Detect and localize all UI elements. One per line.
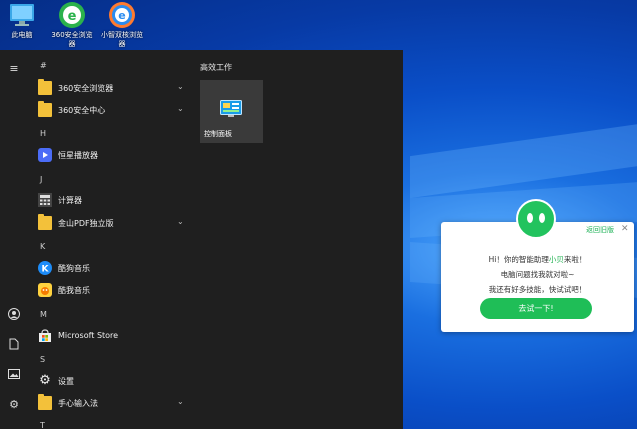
desktop-icon-360-browser[interactable]: e 360安全浏览器	[50, 0, 94, 49]
section-letter[interactable]: #	[40, 61, 47, 70]
chevron-down-icon: ⌄	[177, 397, 184, 406]
app-item-360-browser[interactable]: 360安全浏览器 ⌄	[28, 77, 190, 99]
calculator-icon	[38, 193, 52, 207]
desktop-icon-label: 360安全浏览器	[51, 31, 93, 48]
section-letter[interactable]: J	[40, 175, 42, 184]
svg-text:e: e	[118, 9, 125, 22]
desktop-icons: 此电脑 e 360安全浏览器 e 小智双核浏览器	[0, 0, 180, 50]
app-label: 设置	[58, 377, 74, 386]
kuwo-icon	[38, 283, 52, 297]
document-icon[interactable]	[7, 337, 21, 351]
store-icon	[39, 329, 51, 342]
svg-text:K: K	[42, 265, 50, 275]
popup-line-2: 电脑问题找我就对啦~	[500, 270, 575, 279]
user-icon[interactable]	[7, 307, 21, 321]
folder-icon	[38, 79, 52, 95]
close-icon[interactable]: ✕	[621, 224, 629, 234]
try-it-button[interactable]: 去试一下!	[480, 298, 592, 319]
chevron-down-icon: ⌄	[177, 82, 184, 91]
desktop-icon-label: 小智双核浏览器	[101, 31, 143, 48]
app-item-kugou[interactable]: K 酷狗音乐	[28, 257, 190, 279]
svg-text:e: e	[68, 9, 77, 24]
control-panel-icon	[220, 100, 242, 117]
app-label: 恒星播放器	[58, 151, 98, 160]
app-label: 360安全中心	[58, 106, 106, 115]
desktop-icon-label: 此电脑	[11, 31, 33, 39]
settings-icon[interactable]: ⚙	[7, 397, 21, 411]
360-browser-icon: e	[59, 2, 85, 28]
start-rail: ≡ ⚙	[0, 50, 28, 429]
app-item-360-security[interactable]: 360安全中心 ⌄	[28, 99, 190, 121]
player-icon	[38, 148, 52, 162]
popup-line-3: 我还有好多技能，快试试吧！	[488, 285, 587, 294]
assistant-name: 小贝	[548, 255, 564, 264]
xiaozhi-browser-icon: e	[109, 2, 135, 28]
app-item-calculator[interactable]: 计算器	[28, 189, 190, 211]
back-to-old-version-link[interactable]: 返回旧版	[586, 225, 614, 235]
section-letter[interactable]: H	[40, 129, 46, 138]
app-label: 手心输入法	[58, 399, 98, 408]
kugou-icon: K	[38, 261, 52, 275]
app-item-shouxin-ime[interactable]: 手心输入法 ⌄	[28, 392, 190, 414]
app-item-hengxing-player[interactable]: 恒星播放器	[28, 144, 190, 166]
folder-icon	[38, 214, 52, 230]
app-list: # 360安全浏览器 ⌄ 360安全中心 ⌄ H 恒星播放器 J 计算器 金山P…	[28, 50, 190, 429]
app-item-kingsoft-pdf[interactable]: 金山PDF独立版 ⌄	[28, 212, 190, 234]
app-item-microsoft-store[interactable]: Microsoft Store	[28, 325, 190, 347]
greeting-suffix: 来啦！	[563, 255, 587, 264]
chevron-down-icon: ⌄	[177, 217, 184, 226]
app-label: Microsoft Store	[58, 331, 119, 340]
section-letter[interactable]: S	[40, 355, 45, 364]
tile-control-panel[interactable]: 控制面板	[200, 80, 263, 143]
desktop-icon-this-pc[interactable]: 此电脑	[2, 0, 42, 40]
section-letter[interactable]: T	[40, 421, 45, 429]
chevron-down-icon: ⌄	[177, 104, 184, 113]
greeting-text: Hi！你的智能助理	[488, 255, 549, 264]
start-menu: ≡ ⚙ # 360安全浏览器 ⌄ 360安全中心 ⌄ H 恒星播放器 J 计算器…	[0, 50, 403, 429]
app-label: 金山PDF独立版	[58, 219, 114, 228]
desktop-icon-xiaozhi-browser[interactable]: e 小智双核浏览器	[100, 0, 144, 49]
app-label: 酷我音乐	[58, 286, 90, 295]
app-label: 360安全浏览器	[58, 84, 114, 93]
folder-icon	[38, 394, 52, 410]
app-item-settings[interactable]: ⚙ 设置	[28, 370, 190, 392]
section-letter[interactable]: K	[40, 242, 45, 251]
tiles-panel: 高效工作 控制面板	[190, 50, 403, 429]
app-item-kuwo[interactable]: 酷我音乐	[28, 279, 190, 301]
app-label: 酷狗音乐	[58, 264, 90, 273]
popup-greeting: Hi！你的智能助理小贝来啦！	[441, 254, 634, 265]
computer-icon	[10, 4, 34, 26]
gear-icon: ⚙	[39, 373, 51, 388]
pictures-icon[interactable]	[7, 367, 21, 381]
menu-icon[interactable]: ≡	[7, 61, 21, 75]
app-label: 计算器	[58, 196, 82, 205]
tile-label: 控制面板	[204, 130, 232, 138]
assistant-mascot-icon	[516, 199, 556, 239]
folder-icon	[38, 101, 52, 117]
section-letter[interactable]: M	[40, 310, 47, 319]
tiles-group-title[interactable]: 高效工作	[200, 62, 232, 73]
